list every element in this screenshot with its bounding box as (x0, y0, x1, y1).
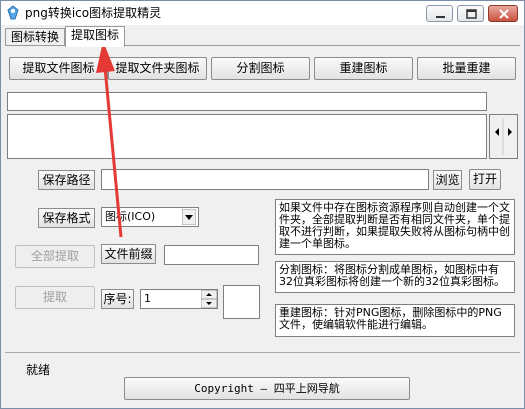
open-button[interactable]: 打开 (469, 169, 501, 190)
index-spinner[interactable]: 1 (140, 289, 218, 309)
save-format-label: 保存格式 (38, 208, 95, 228)
app-icon (7, 5, 19, 20)
scroll-arrows-icon (495, 118, 512, 155)
extract-file-icon-button[interactable]: 提取文件图标 (9, 57, 108, 80)
status-divider (5, 352, 520, 353)
browse-button[interactable]: 浏览 (433, 170, 462, 190)
batch-rebuild-button[interactable]: 批量重建 (417, 57, 516, 80)
status-text: 就绪 (26, 363, 51, 377)
close-button[interactable] (488, 5, 518, 22)
file-prefix-label: 文件前缀 (101, 244, 156, 264)
main-window: png转换ico图标提取精灵 图标转换 提取图标 提取文件图标 提取文件夹图标 … (0, 0, 525, 409)
split-info-text: 分割图标：将图标分割成单图标，如图标中有32位真彩图标将创建一个新的32位真彩图… (275, 261, 515, 293)
maximize-icon (466, 9, 477, 19)
spinner-arrows-icon[interactable] (201, 290, 217, 308)
title-bar: png转换ico图标提取精灵 (1, 1, 524, 25)
minimize-icon (436, 16, 445, 18)
save-path-label: 保存路径 (38, 170, 95, 190)
index-value: 1 (144, 292, 151, 305)
split-icon-button[interactable]: 分割图标 (211, 57, 310, 80)
icon-preview-box (223, 285, 260, 319)
rebuild-icon-button[interactable]: 重建图标 (314, 57, 413, 80)
tab-extract-icon[interactable]: 提取图标 (65, 26, 125, 47)
save-path-input[interactable] (101, 169, 429, 190)
maximize-button[interactable] (457, 5, 484, 22)
file-prefix-input[interactable] (164, 245, 259, 265)
extract-all-button[interactable]: 全部提取 (15, 245, 95, 268)
copyright-button[interactable]: Copyright — 四平上网导航 (124, 377, 410, 400)
index-label: 序号: (101, 289, 134, 309)
save-format-select[interactable]: 图标(ICO) (101, 207, 199, 227)
icon-list-scrollbar[interactable] (489, 114, 518, 159)
chevron-down-icon (182, 209, 196, 225)
save-format-value: 图标(ICO) (105, 210, 156, 223)
icon-list-view[interactable] (7, 114, 487, 159)
extract-folder-icon-button[interactable]: 提取文件夹图标 (108, 57, 207, 80)
file-path-input[interactable] (7, 92, 487, 111)
extract-button[interactable]: 提取 (15, 286, 95, 309)
rebuild-info-text: 重建图标：针对PNG图标，删除图标中的PNG文件，使编辑软件能进行编辑。 (275, 304, 515, 337)
extract-info-text: 如果文件中存在图标资源程序则自动创建一个文件夹，全部提取判断是否有相同文件夹，单… (275, 199, 515, 255)
close-icon (499, 9, 509, 19)
window-title: png转换ico图标提取精灵 (25, 6, 162, 20)
tab-icon-convert[interactable]: 图标转换 (5, 28, 65, 46)
minimize-button[interactable] (426, 5, 453, 22)
